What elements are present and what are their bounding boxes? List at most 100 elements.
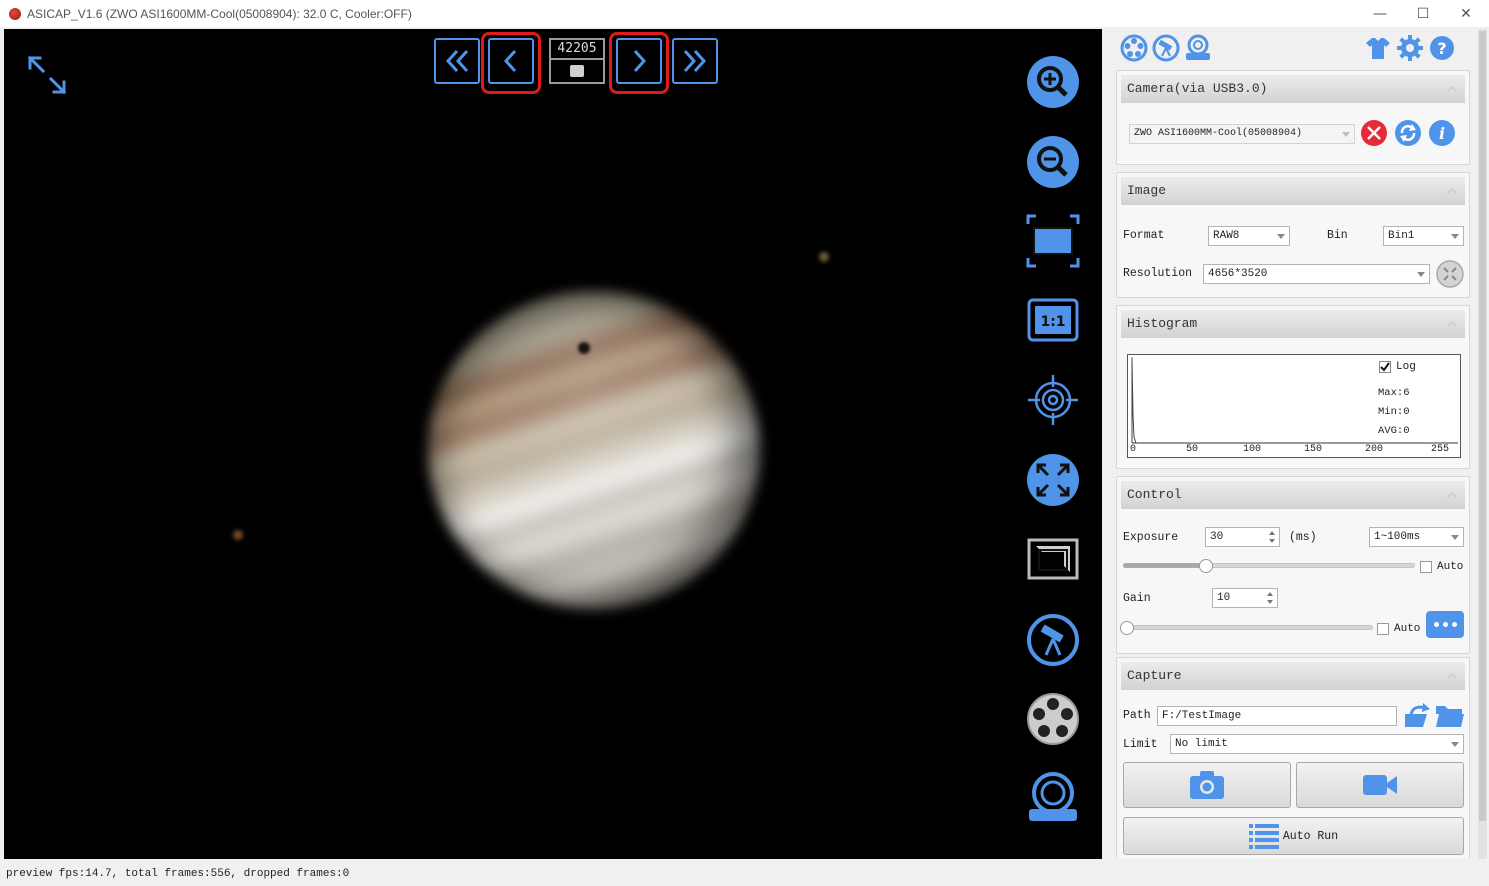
next-frame-button[interactable] <box>616 38 662 84</box>
disconnect-icon[interactable] <box>1360 119 1388 147</box>
roi-button[interactable] <box>1026 532 1080 586</box>
capture-header[interactable]: Capture <box>1121 662 1465 690</box>
focuser-button[interactable] <box>1026 771 1080 825</box>
spinner-arrows-icon[interactable] <box>1268 530 1276 544</box>
histogram-header[interactable]: Histogram <box>1121 310 1465 338</box>
exposure-range-value: 1~100ms <box>1374 531 1421 543</box>
zoom-in-icon <box>1027 56 1079 108</box>
app-icon <box>9 7 21 20</box>
fit-screen-icon <box>1026 214 1080 268</box>
gain-auto-checkbox[interactable] <box>1377 623 1389 635</box>
bin-value: Bin1 <box>1388 230 1415 242</box>
control-panel: ? Camera(via USB3.0) ZWO ASI1600MM-Cool(… <box>1108 29 1476 859</box>
shirt-icon[interactable] <box>1364 34 1392 62</box>
filter-wheel-icon[interactable] <box>1120 34 1148 62</box>
refresh-icon[interactable] <box>1394 119 1422 147</box>
last-frame-button[interactable] <box>672 38 718 84</box>
stop-button[interactable] <box>551 60 603 82</box>
gear-icon[interactable] <box>1396 34 1424 62</box>
hist-tick-200: 200 <box>1365 444 1384 455</box>
limit-value: No limit <box>1175 738 1228 750</box>
collapse-caret-icon[interactable] <box>1447 84 1457 94</box>
svg-text:i: i <box>1439 124 1445 143</box>
zoom-out-button[interactable] <box>1026 135 1080 189</box>
gain-input[interactable]: 10 <box>1212 588 1278 608</box>
folder-icon[interactable] <box>1435 702 1465 728</box>
preview-viewport[interactable]: 42205 1:1 <box>4 29 1102 859</box>
expand-icon <box>1027 454 1079 506</box>
checkmark-icon <box>1380 362 1390 372</box>
camera-header[interactable]: Camera(via USB3.0) <box>1121 75 1465 103</box>
hist-avg: AVG:0 <box>1378 425 1410 437</box>
path-label: Path <box>1123 709 1151 722</box>
zoom-out-icon <box>1027 136 1079 188</box>
limit-select[interactable]: No limit <box>1170 734 1464 754</box>
fit-window-button[interactable] <box>1026 214 1080 268</box>
spinner-arrows-icon[interactable] <box>1266 591 1274 605</box>
hist-tick-0: 0 <box>1130 444 1137 455</box>
collapse-caret-icon[interactable] <box>1447 671 1457 681</box>
exposure-slider-handle[interactable] <box>1198 559 1213 573</box>
zoom-in-button[interactable] <box>1026 55 1080 109</box>
path-input[interactable]: F:/TestImage <box>1157 706 1397 726</box>
first-frame-button[interactable] <box>434 38 480 84</box>
bin-select[interactable]: Bin1 <box>1383 226 1464 246</box>
camera-section: Camera(via USB3.0) ZWO ASI1600MM-Cool(05… <box>1116 70 1470 165</box>
hist-tick-255: 255 <box>1431 444 1450 455</box>
camera-select[interactable]: ZWO ASI1600MM-Cool(05008904) <box>1129 124 1355 144</box>
focuser-icon[interactable] <box>1184 34 1212 62</box>
roi-icon <box>1027 538 1079 580</box>
exposure-auto-checkbox[interactable] <box>1420 561 1432 573</box>
fullscreen-button[interactable] <box>1026 453 1080 507</box>
filter-wheel-button[interactable] <box>1026 692 1080 746</box>
exposure-input[interactable]: 30 <box>1205 527 1280 547</box>
open-recent-folder-icon[interactable] <box>1403 702 1431 728</box>
format-select[interactable]: RAW8 <box>1208 226 1290 246</box>
gain-slider-handle[interactable] <box>1120 621 1134 635</box>
limit-label: Limit <box>1123 738 1158 751</box>
image-header[interactable]: Image <box>1121 177 1465 205</box>
center-roi-icon[interactable] <box>1435 259 1465 289</box>
collapse-caret-icon[interactable] <box>1447 319 1457 329</box>
minimize-button[interactable]: — <box>1357 0 1403 27</box>
collapse-caret-icon[interactable] <box>1447 186 1457 196</box>
resolution-label: Resolution <box>1123 267 1193 280</box>
crosshair-icon <box>1028 375 1078 425</box>
histogram-plot: Log Max:6 Min:0 AVG:0 0 50 100 150 200 2… <box>1127 354 1461 458</box>
crosshair-button[interactable] <box>1026 373 1080 427</box>
log-label: Log <box>1396 361 1416 373</box>
auto-run-button[interactable]: Auto Run <box>1123 817 1464 855</box>
video-camera-icon <box>1363 775 1397 795</box>
bin-label: Bin <box>1327 229 1348 242</box>
moon-dot <box>819 252 829 262</box>
more-settings-button[interactable] <box>1426 611 1464 638</box>
record-video-button[interactable] <box>1296 762 1464 808</box>
control-header[interactable]: Control <box>1121 481 1465 509</box>
previous-frame-button[interactable] <box>488 38 534 84</box>
auto-run-label: Auto Run <box>1282 829 1339 843</box>
resolution-select[interactable]: 4656*3520 <box>1203 264 1430 284</box>
exit-fullscreen-icon[interactable] <box>26 54 68 96</box>
list-icon <box>1248 824 1279 849</box>
panel-scrollbar-thumb[interactable] <box>1479 31 1486 821</box>
actual-size-button[interactable]: 1:1 <box>1026 293 1080 347</box>
exposure-unit: (ms) <box>1289 531 1317 544</box>
image-header-label: Image <box>1127 183 1167 198</box>
title-bar: ASICAP_V1.6 (ZWO ASI1600MM-Cool(05008904… <box>0 0 1489 27</box>
frame-counter: 42205 <box>549 38 605 84</box>
collapse-caret-icon[interactable] <box>1447 490 1457 500</box>
close-button[interactable]: ✕ <box>1443 0 1489 27</box>
telescope-button[interactable] <box>1026 613 1080 667</box>
log-checkbox[interactable] <box>1379 361 1391 373</box>
capture-image-button[interactable] <box>1123 762 1291 808</box>
gain-value: 10 <box>1217 592 1231 604</box>
help-icon[interactable]: ? <box>1428 34 1456 62</box>
histogram-section: Histogram Log Max:6 Min:0 AVG:0 0 50 100… <box>1116 305 1470 469</box>
maximize-button[interactable]: ☐ <box>1400 0 1446 27</box>
info-icon[interactable]: i <box>1428 119 1456 147</box>
exposure-auto-label: Auto <box>1437 561 1464 573</box>
telescope-icon[interactable] <box>1152 34 1180 62</box>
exposure-range-select[interactable]: 1~100ms <box>1369 527 1464 547</box>
gain-slider[interactable] <box>1123 625 1373 630</box>
moon-dot <box>233 530 243 540</box>
